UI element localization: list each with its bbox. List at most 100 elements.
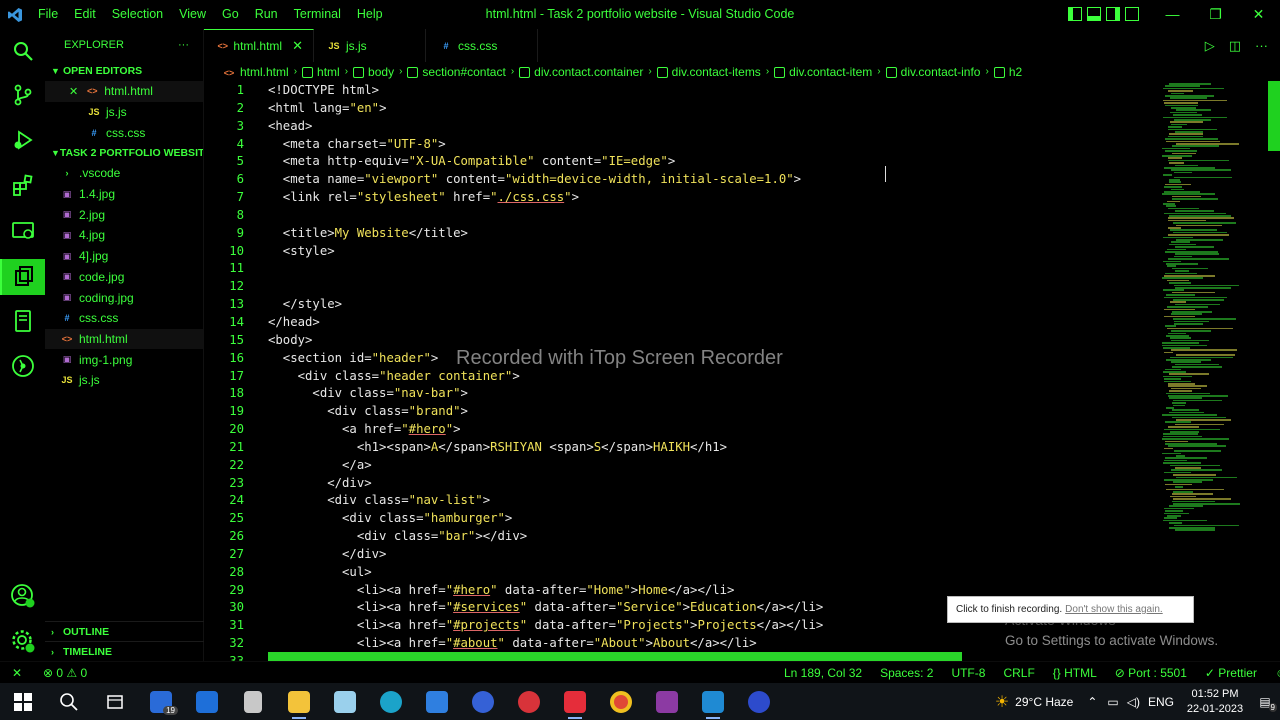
file-item[interactable]: JS js.js [45,370,203,391]
file-explorer-icon[interactable] [276,683,322,720]
horizontal-scrollbar[interactable] [268,652,962,661]
edge-icon[interactable] [368,683,414,720]
gitlens-icon[interactable] [9,352,37,380]
timeline-section[interactable]: › TIMELINE [45,641,204,662]
close-window-button[interactable]: ✕ [1237,0,1280,29]
file-item[interactable]: ▣ img-1.png [45,349,203,370]
winrar-icon[interactable] [644,683,690,720]
store-icon[interactable] [184,683,230,720]
clock[interactable]: 01:52 PM 22-01-2023 [1180,687,1250,717]
tab-js-js[interactable]: JS js.js [314,29,426,62]
app-red-icon[interactable] [506,683,552,720]
file-item[interactable]: ▣ code.jpg [45,267,203,288]
breadcrumb-item[interactable]: div.contact-items [656,65,761,79]
feedback-icon[interactable]: ☺ [1266,666,1280,680]
menu-file[interactable]: File [30,0,66,29]
recording-notification[interactable]: Click to finish recording. Don't show th… [947,596,1194,623]
open-editors-header[interactable]: ▼ OPEN EDITORS [45,61,203,81]
accounts-icon[interactable] [9,582,37,610]
start-button[interactable] [0,683,46,720]
vertical-scrollbar[interactable] [1268,81,1280,151]
code-editor[interactable]: 1 <!DOCTYPE html> 2 <html lang="en"> 3 <head>… [204,81,1162,661]
cursor-position[interactable]: Ln 189, Col 32 [775,666,871,680]
more-actions-button[interactable]: ··· [178,39,189,51]
notebook-icon[interactable] [9,307,37,335]
volume-icon[interactable]: ◁) [1127,695,1140,709]
remote-explorer-icon[interactable] [9,217,37,245]
more-actions-icon[interactable]: ··· [1255,38,1268,53]
indentation[interactable]: Spaces: 2 [871,666,942,680]
input-language[interactable]: ENG [1148,695,1174,709]
vscode-taskbar-icon[interactable] [690,683,736,720]
file-item[interactable]: <> html.html [45,328,203,350]
app-blue-icon[interactable] [460,683,506,720]
toggle-secondary-sidebar-icon[interactable] [1106,7,1120,21]
open-editor-item[interactable]: # css.css [45,122,203,143]
file-item[interactable]: ▣ 2.jpg [45,204,203,225]
open-editor-item[interactable]: ✕ <> html.html [45,81,203,102]
weather-text[interactable]: 29°C Haze [1015,695,1073,709]
action-center-icon[interactable]: ▤ 9 [1250,695,1280,712]
chevron-up-icon[interactable]: ⌃ [1087,695,1097,709]
mail-icon[interactable]: 19 [138,683,184,720]
prettier-status[interactable]: ✓ Prettier [1196,666,1266,680]
minimize-button[interactable]: — [1151,0,1194,29]
customize-layout-icon[interactable] [1125,7,1139,21]
source-control-icon[interactable] [9,81,37,109]
breadcrumb-item[interactable]: section#contact [407,65,506,79]
menu-go[interactable]: Go [214,0,247,29]
dont-show-again-link[interactable]: Don't show this again. [1065,604,1163,615]
problems-indicator[interactable]: ⊗ 0 ⚠ 0 [34,666,96,680]
minimap[interactable] [1162,81,1268,661]
close-tab-icon[interactable]: ✕ [292,38,303,54]
run-debug-icon[interactable] [9,126,37,154]
language-mode[interactable]: {} HTML [1044,666,1106,680]
live-share-icon[interactable] [0,259,45,295]
file-item[interactable]: ▣ 4].jpg [45,246,203,267]
menu-view[interactable]: View [171,0,214,29]
extensions-icon[interactable] [9,172,37,200]
file-item[interactable]: ▣ 4.jpg [45,225,203,246]
chrome-icon[interactable] [598,683,644,720]
menu-run[interactable]: Run [247,0,286,29]
search-icon[interactable] [46,683,92,720]
menu-help[interactable]: Help [349,0,391,29]
explorer-icon[interactable] [9,37,37,65]
menu-edit[interactable]: Edit [66,0,104,29]
menu-terminal[interactable]: Terminal [286,0,349,29]
split-editor-icon[interactable]: ◫ [1229,38,1241,54]
weather-icon[interactable]: ☀ [995,692,1009,712]
breadcrumb-item[interactable]: div.contact.container [519,65,643,79]
task-view-icon[interactable] [92,683,138,720]
notepad-icon[interactable] [230,683,276,720]
file-item[interactable]: ▣ coding.jpg [45,287,203,308]
file-item[interactable]: › .vscode [45,163,203,184]
line-ending[interactable]: CRLF [994,666,1043,680]
breadcrumb-item[interactable]: div.contact-item [774,65,872,79]
outline-section[interactable]: › OUTLINE [45,621,204,642]
breadcrumb-item[interactable]: h2 [993,65,1022,79]
tab-css-css[interactable]: # css.css [426,29,538,62]
tab-html-html[interactable]: <> html.html ✕ [204,29,314,62]
remote-indicator[interactable]: ✕ [0,666,34,680]
live-server-port[interactable]: ⊘ Port : 5501 [1106,666,1196,680]
encoding[interactable]: UTF-8 [942,666,994,680]
app-dark-blue-icon[interactable] [736,683,782,720]
toggle-panel-icon[interactable] [1087,7,1101,21]
run-icon[interactable]: ▷ [1205,38,1215,54]
open-editor-item[interactable]: JS js.js [45,102,203,123]
breadcrumb-item[interactable]: div.contact-info [885,65,980,79]
close-icon[interactable]: ✕ [69,85,78,98]
maximize-button[interactable]: ❐ [1194,0,1237,29]
network-icon[interactable]: ▭ [1107,695,1118,709]
breadcrumb-item[interactable]: <> html.html [222,65,289,79]
screen-recorder-icon[interactable] [552,683,598,720]
breadcrumb-item[interactable]: html [302,65,340,79]
file-item[interactable]: # css.css [45,308,203,329]
breadcrumb-item[interactable]: body [353,65,394,79]
files-icon[interactable] [322,683,368,720]
file-item[interactable]: ▣ 1.4.jpg [45,184,203,205]
toggle-sidebar-icon[interactable] [1068,7,1082,21]
security-icon[interactable] [414,683,460,720]
project-folder-header[interactable]: ▼ TASK 2 PORTFOLIO WEBSITE [45,143,203,163]
